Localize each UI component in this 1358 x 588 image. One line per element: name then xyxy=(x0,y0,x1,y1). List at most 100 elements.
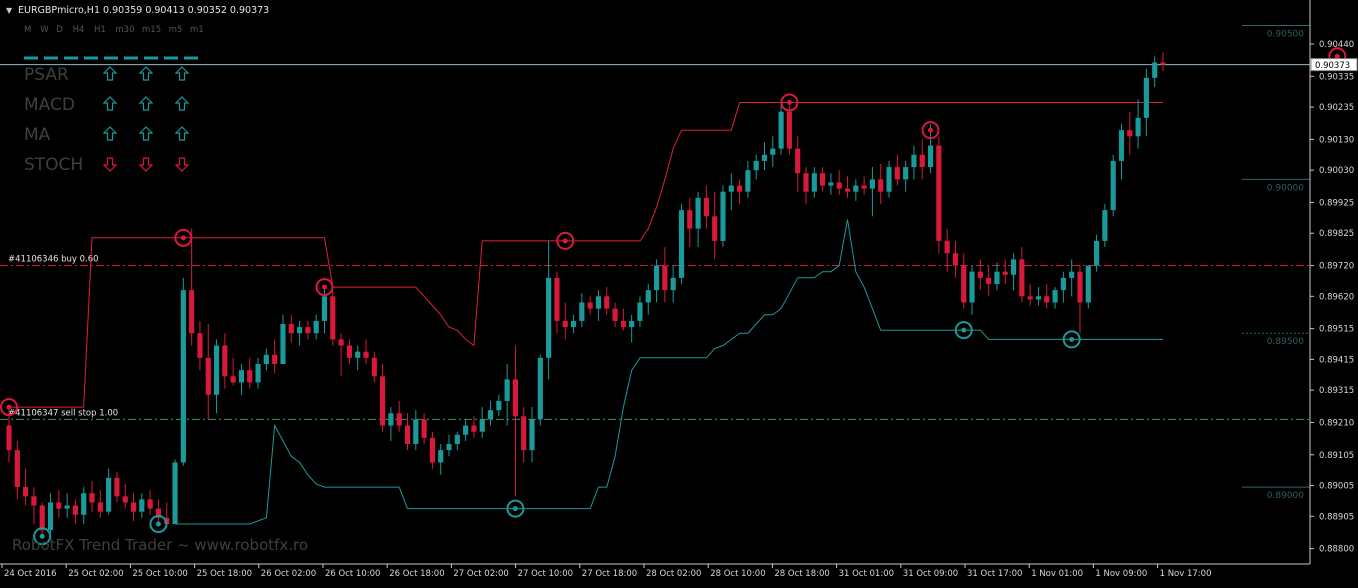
candle-body xyxy=(197,333,203,358)
candle-body xyxy=(338,339,344,346)
candle-body xyxy=(828,182,834,186)
candle-body xyxy=(222,345,228,377)
upper-signal-dot xyxy=(180,235,186,241)
candle-body xyxy=(886,167,892,192)
y-tick-label: 0.90440 xyxy=(1319,40,1354,50)
y-tick-label: 0.89925 xyxy=(1319,198,1354,208)
chart-background xyxy=(0,0,1358,584)
candle-body xyxy=(471,425,477,432)
candle-body xyxy=(604,296,610,309)
candle-body xyxy=(288,324,294,334)
candle-body xyxy=(919,154,925,168)
candle-body xyxy=(1052,290,1058,303)
candle-body xyxy=(720,191,726,241)
trading-chart[interactable]: 0.90500 0.90000 0.89500 0.89000 #41106346 b… xyxy=(0,0,1358,584)
candle-body xyxy=(89,493,95,503)
x-tick-label: 26 Oct 10:00 xyxy=(325,569,380,579)
candle-body xyxy=(521,416,527,451)
candle-body xyxy=(205,357,211,395)
candle-body xyxy=(189,290,195,334)
signal-label-ma: MA xyxy=(24,125,51,145)
candle-body xyxy=(122,496,128,503)
y-tick-label: 0.90130 xyxy=(1319,135,1354,145)
y-tick-label: 0.89825 xyxy=(1319,229,1354,239)
candle-body xyxy=(853,185,859,192)
candle-body xyxy=(645,290,651,303)
candle-body xyxy=(529,419,535,451)
timeframe-w[interactable]: W xyxy=(40,25,49,35)
candle-body xyxy=(994,271,1000,284)
timeframe-m1[interactable]: m1 xyxy=(190,25,204,35)
candle-body xyxy=(39,505,45,531)
candle-body xyxy=(330,296,336,340)
candle-body xyxy=(869,179,875,189)
signal-label-psar: PSAR xyxy=(24,65,69,85)
candle-body xyxy=(14,450,20,488)
candle xyxy=(172,459,178,524)
candle-body xyxy=(1118,130,1125,161)
candle-body xyxy=(745,170,751,192)
timeframe-h4[interactable]: H4 xyxy=(73,25,85,35)
watermark: RobotFX Trend Trader ~ www.robotfx.ro xyxy=(12,536,308,554)
x-tick-label: 31 Oct 09:00 xyxy=(903,569,958,579)
candle-body xyxy=(936,145,942,241)
candle-body xyxy=(47,502,54,531)
x-tick-label: 1 Nov 17:00 xyxy=(1160,569,1212,579)
candle-body xyxy=(446,444,452,451)
timeframe-m30[interactable]: m30 xyxy=(115,25,134,35)
candle-body xyxy=(363,351,369,358)
candle-body xyxy=(678,210,685,278)
dropdown-arrow-icon[interactable]: ▼ xyxy=(6,6,13,15)
timeframe-m[interactable]: M xyxy=(24,25,31,35)
candle-body xyxy=(1069,271,1075,278)
candle-body xyxy=(662,265,668,291)
symbol-info: EURGBPmicro,H1 0.90359 0.90413 0.90352 0… xyxy=(18,5,269,16)
lower-signal-dot xyxy=(961,327,967,333)
upper-signal-dot xyxy=(321,284,327,290)
candle-body xyxy=(72,505,78,515)
timeframe-m15[interactable]: m15 xyxy=(142,25,161,35)
candle-body xyxy=(255,364,261,383)
x-tick-label: 26 Oct 18:00 xyxy=(389,569,444,579)
x-tick-label: 1 Nov 09:00 xyxy=(1095,569,1147,579)
candle-body xyxy=(429,437,435,463)
y-tick-label: 0.90335 xyxy=(1319,72,1354,82)
candle-body xyxy=(454,434,460,444)
chart-svg[interactable]: 0.90500 0.90000 0.89500 0.89000 #41106346 b… xyxy=(0,0,1358,584)
candle-body xyxy=(230,376,236,383)
candle-body xyxy=(986,277,992,284)
y-tick-label: 0.90030 xyxy=(1319,166,1354,176)
candle-body xyxy=(31,496,37,506)
candle-body xyxy=(728,185,734,192)
candle-body xyxy=(496,400,502,411)
y-tick-label: 0.90235 xyxy=(1319,103,1354,113)
y-tick-label: 0.88905 xyxy=(1319,512,1354,522)
y-tick-label: 0.89720 xyxy=(1319,262,1354,272)
timeframe-d[interactable]: D xyxy=(56,25,63,35)
candle-body xyxy=(1152,62,1158,78)
x-tick-label: 28 Oct 02:00 xyxy=(646,569,701,579)
candle-body xyxy=(587,302,593,309)
candle-body xyxy=(903,167,909,180)
order-label: #41106346 buy 0.60 xyxy=(8,255,99,265)
upper-signal-dot xyxy=(6,404,12,410)
timeframe-h1[interactable]: H1 xyxy=(94,25,106,35)
candle-body xyxy=(297,327,303,334)
candle-body xyxy=(313,320,319,334)
signal-label-macd: MACD xyxy=(24,95,75,115)
candle-body xyxy=(687,210,693,229)
candle-body xyxy=(263,354,269,364)
timeframe-m5[interactable]: m5 xyxy=(169,25,183,35)
candle-body xyxy=(1127,130,1133,137)
candle-body xyxy=(139,499,145,512)
y-tick-label: 0.89315 xyxy=(1319,386,1354,396)
candle-body xyxy=(1160,62,1166,65)
candle-body xyxy=(1044,296,1050,303)
candle-body xyxy=(629,320,635,328)
candle-body xyxy=(537,357,543,420)
candle-body xyxy=(81,493,87,515)
candle-body xyxy=(952,253,959,266)
candle-body xyxy=(56,502,62,509)
candle-body xyxy=(1110,160,1116,211)
x-tick-label: 28 Oct 10:00 xyxy=(710,569,765,579)
